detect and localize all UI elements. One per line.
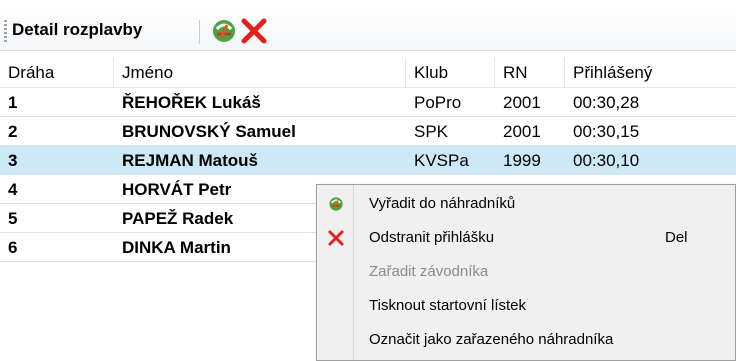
lane-cell: 2: [8, 122, 18, 141]
context-menu: Vyřadit do náhradníků Odstranit přihlášk…: [316, 184, 736, 361]
toolbar: Detail rozplavby: [0, 8, 736, 51]
year-cell: 2001: [503, 122, 541, 141]
year-cell: 2001: [503, 93, 541, 112]
entry-time-cell: 00:30,15: [573, 122, 640, 141]
assign-to-reserves-icon: [327, 195, 345, 213]
club-cell: SPK: [414, 122, 449, 141]
lane-cell: 5: [8, 209, 18, 228]
delete-icon[interactable]: [239, 16, 269, 46]
column-header-year[interactable]: RN: [495, 58, 565, 87]
menu-item-assign-swimmer: Zařadit závodníka: [317, 255, 735, 289]
menu-item-label: Odstranit přihlášku: [369, 229, 495, 246]
column-header-entry-time[interactable]: Přihlášený: [565, 58, 736, 87]
name-cell: ŘEHOŘEK Lukáš: [122, 93, 261, 112]
column-header-lane[interactable]: Dráha: [0, 58, 114, 87]
menu-item-remove-entry[interactable]: Odstranit přihlášku Del: [317, 221, 735, 255]
menu-item-label: Zařadit závodníka: [369, 263, 489, 280]
delete-icon: [327, 229, 345, 247]
column-header-name[interactable]: Jméno: [114, 58, 406, 87]
toolbar-title: Detail rozplavby: [12, 20, 143, 39]
name-cell: PAPEŽ Radek: [122, 209, 234, 228]
menu-item-mark-as-assigned-reserve[interactable]: Označit jako zařazeného náhradníka: [317, 323, 735, 357]
table-row-selected[interactable]: 3 REJMAN Matouš KVSPa 1999 00:30,10: [0, 146, 736, 175]
name-cell: BRUNOVSKÝ Samuel: [122, 122, 296, 141]
table-row[interactable]: 2 BRUNOVSKÝ Samuel SPK 2001 00:30,15: [0, 117, 736, 146]
name-cell: DINKA Martin: [122, 238, 231, 257]
lane-cell: 1: [8, 93, 18, 112]
lane-cell: 3: [8, 151, 18, 170]
club-cell: PoPro: [414, 93, 462, 112]
entry-time-cell: 00:30,28: [573, 93, 640, 112]
menu-item-label: Vyřadit do náhradníků: [369, 195, 516, 212]
year-cell: 1999: [503, 151, 541, 170]
assign-to-reserves-icon[interactable]: [209, 16, 239, 46]
menu-item-label: Tisknout startovní lístek: [369, 297, 527, 314]
grid-header: Dráha Jméno Klub RN Přihlášený: [0, 58, 736, 88]
menu-item-label: Označit jako zařazeného náhradníka: [369, 331, 614, 348]
lane-cell: 6: [8, 238, 18, 257]
name-cell: HORVÁT Petr: [122, 180, 232, 199]
column-header-club[interactable]: Klub: [406, 58, 495, 87]
menu-item-move-to-reserves[interactable]: Vyřadit do náhradníků: [317, 187, 735, 221]
toolbar-grip[interactable]: [4, 20, 7, 42]
name-cell: REJMAN Matouš: [122, 151, 259, 170]
menu-item-print-start-card[interactable]: Tisknout startovní lístek: [317, 289, 735, 323]
window-top-edge: [0, 0, 736, 8]
menu-item-shortcut: Del: [665, 229, 688, 246]
club-cell: KVSPa: [414, 151, 469, 170]
entry-time-cell: 00:30,10: [573, 151, 640, 170]
table-row[interactable]: 1 ŘEHOŘEK Lukáš PoPro 2001 00:30,28: [0, 88, 736, 117]
toolbar-separator: [199, 20, 200, 44]
lane-cell: 4: [8, 180, 18, 199]
